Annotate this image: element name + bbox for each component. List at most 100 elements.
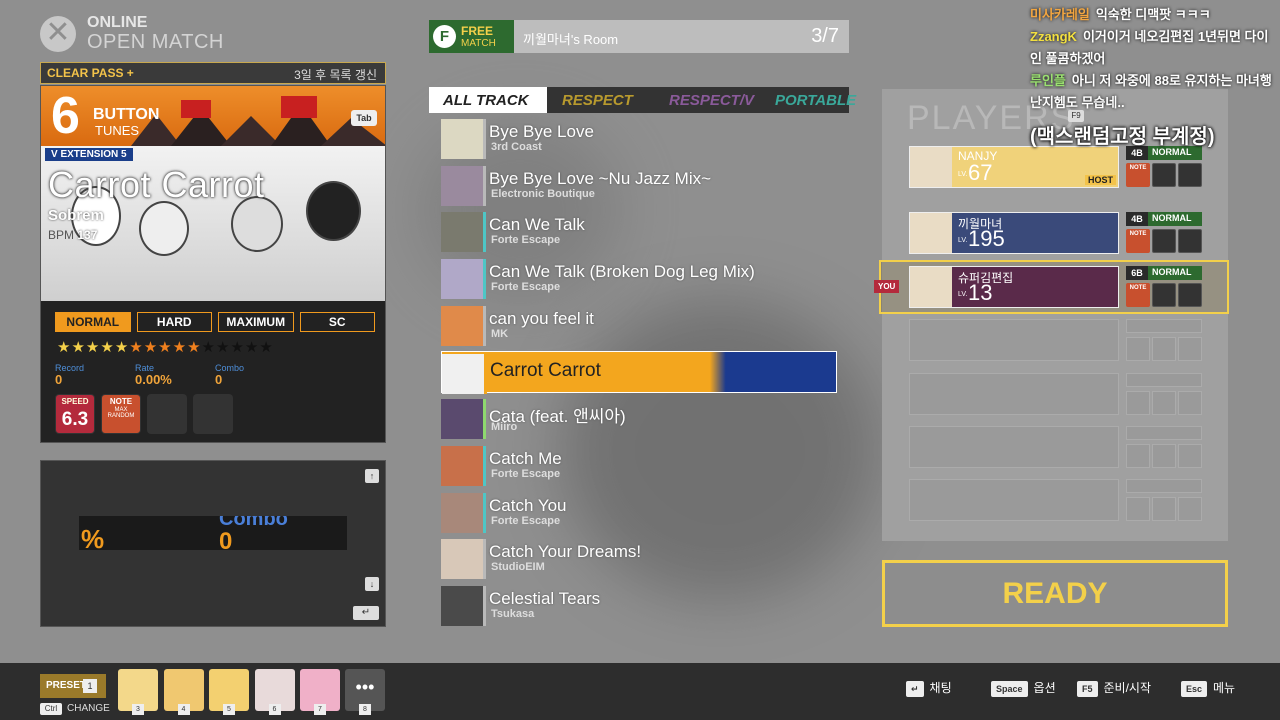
- room-player-count: 3/7: [811, 25, 839, 47]
- song-row[interactable]: Can We Talk (Broken Dog Leg Mix) Forte Es…: [441, 257, 837, 301]
- song-thumbnail: [441, 212, 483, 253]
- empty-player-option: [1178, 391, 1202, 415]
- player-note-option: NOTE: [1126, 163, 1150, 187]
- button-count: 6: [51, 87, 80, 145]
- chat-username: 루인플: [1030, 73, 1066, 88]
- difficulty-normal[interactable]: NORMAL: [55, 312, 131, 332]
- preset-slot-number: 6: [268, 704, 281, 715]
- empty-player-option: [1152, 497, 1176, 521]
- clear-pass-bar[interactable]: CLEAR PASS + 3일 후 목록 갱신: [40, 62, 386, 84]
- empty-player-option: [1178, 337, 1202, 361]
- player-avatar: [910, 147, 952, 187]
- speed-label: SPEED: [61, 397, 89, 406]
- tab-respect-v[interactable]: RESPECT/V: [669, 92, 754, 109]
- player-level: 195: [968, 226, 1005, 251]
- scroll-up-icon[interactable]: ↑: [365, 469, 379, 483]
- chat-lines: 미사카레일 익숙한 디맥팟 ㅋㅋㅋ ZzangK 이거이거 네오김편집 1년뒤면 다이…: [1030, 4, 1278, 114]
- match-label: MATCH: [461, 38, 496, 49]
- difficulty-maximum[interactable]: MAXIMUM: [218, 312, 294, 332]
- note-setting[interactable]: NOTE MAX RANDOM: [101, 394, 141, 434]
- scroll-down-icon[interactable]: ↓: [365, 577, 379, 591]
- hint-label: 메뉴: [1213, 681, 1236, 695]
- change-label: CHANGE: [67, 703, 110, 714]
- key-hint[interactable]: F5 준비/시작: [1077, 679, 1151, 697]
- clear-pass-label: CLEAR PASS +: [47, 66, 134, 80]
- more-presets-button[interactable]: ••• 8: [345, 669, 385, 715]
- song-row[interactable]: can you feel it MK: [441, 304, 837, 348]
- speed-setting[interactable]: SPEED 6.3: [55, 394, 95, 434]
- ready-button[interactable]: READY: [882, 560, 1228, 627]
- song-row-artist: Miiro: [491, 421, 518, 434]
- song-row[interactable]: Cata (feat. 앤씨아) Miiro: [441, 397, 837, 441]
- chat-overlay: 미사카레일 익숙한 디맥팟 ㅋㅋㅋ ZzangK 이거이거 네오김편집 1년뒤면 다이…: [1030, 4, 1278, 114]
- chat-message: 미사카레일 익숙한 디맥팟 ㅋㅋㅋ: [1030, 4, 1278, 26]
- hint-key: F5: [1077, 680, 1098, 697]
- song-row[interactable]: Celestial Tears Tsukasa: [441, 584, 837, 628]
- difficulty-sc[interactable]: SC: [299, 312, 375, 332]
- song-row[interactable]: Carrot Carrot: [441, 350, 837, 394]
- song-row-artist: Tsukasa: [491, 608, 535, 620]
- song-thumbnail: [441, 445, 483, 486]
- empty-player-mode: [1126, 319, 1202, 333]
- preset-button[interactable]: PRESET 1: [40, 674, 106, 698]
- player-avatar: [910, 213, 952, 253]
- button-word: BUTTON: [93, 106, 160, 123]
- tab-respect[interactable]: RESPECT: [562, 92, 633, 109]
- song-category-stripe: [483, 212, 486, 253]
- empty-option-slot[interactable]: [193, 394, 233, 434]
- key-hint[interactable]: Space 옵션: [991, 679, 1056, 697]
- song-category-stripe: [484, 353, 487, 394]
- star-icon: ★: [230, 339, 245, 356]
- key-hint[interactable]: Esc 메뉴: [1181, 679, 1235, 697]
- empty-player-mode: [1126, 479, 1202, 493]
- preset-character-slot[interactable]: 7: [300, 669, 340, 715]
- preset-number: 1: [83, 679, 97, 693]
- preset-character-slot[interactable]: 6: [254, 669, 295, 715]
- song-row[interactable]: Catch Your Dreams! StudioEIM: [441, 537, 837, 581]
- preset-slot-number: 4: [177, 704, 190, 715]
- star-icon: ★: [71, 339, 86, 356]
- player-card[interactable]: 끼월마녀 LV. 195: [909, 212, 1119, 254]
- song-row[interactable]: Can We Talk Forte Escape: [441, 210, 837, 254]
- player-level-label: LV.: [958, 171, 968, 178]
- song-row-artist: 3rd Coast: [491, 141, 542, 153]
- song-row-title: Can We Talk: [489, 215, 585, 235]
- button-mode-banner: 6 BUTTON TUNES Tab: [41, 86, 385, 146]
- empty-option-slot[interactable]: [147, 394, 187, 434]
- key-hint[interactable]: ↵ 채팅: [906, 679, 952, 697]
- song-row-title: can you feel it: [489, 308, 594, 328]
- more-label: •••: [355, 677, 375, 697]
- preset-character-slot[interactable]: 4: [163, 669, 204, 715]
- tab-key[interactable]: Tab: [351, 110, 377, 126]
- player-level-label: LV.: [958, 237, 968, 244]
- song-row-artist: Forte Escape: [491, 234, 561, 247]
- empty-player-mode: [1126, 426, 1202, 440]
- difficulty-hard[interactable]: HARD: [136, 312, 212, 332]
- ctrl-key: Ctrl: [40, 703, 62, 715]
- song-category-stripe: [483, 492, 486, 533]
- song-artist: Sobrem: [48, 207, 104, 224]
- preset-character-slot[interactable]: 5: [209, 669, 249, 715]
- star-icon: ★: [143, 339, 159, 356]
- combo-value: 0: [215, 372, 223, 387]
- player-card[interactable]: 슈퍼김편집 LV. 13: [909, 266, 1119, 308]
- song-row[interactable]: Catch You Forte Escape: [441, 491, 837, 535]
- song-row[interactable]: Catch Me Forte Escape: [441, 444, 837, 488]
- preset-slot-number: 5: [223, 704, 235, 715]
- more-slot-number: 8: [359, 704, 371, 715]
- preview-percent: %: [81, 524, 105, 550]
- song-thumbnail: [441, 539, 483, 580]
- tab-portable[interactable]: PORTABLE: [775, 92, 856, 109]
- chat-text: 아니 저 와중에 88로 유지하는 마녀행 난지헴도 무습네..: [1030, 73, 1272, 110]
- preset-character-slot[interactable]: 3: [118, 669, 158, 715]
- song-row[interactable]: Bye Bye Love 3rd Coast: [441, 117, 837, 161]
- empty-player-mode: [1126, 373, 1202, 387]
- players-panel: PLAYERS NANJY LV. 67 HOST 4B NORMAL NOTE 끼월마녀 LV…: [874, 89, 1229, 541]
- player-card[interactable]: NANJY LV. 67 HOST: [909, 146, 1119, 188]
- enter-key-icon[interactable]: ↵: [353, 606, 379, 620]
- tab-all-track[interactable]: ALL TRACK: [429, 87, 547, 113]
- player-option-slot: [1152, 229, 1176, 253]
- chat-message: ZzangK 이거이거 네오김편집 1년뒤면 다이인 풀콤하겠어: [1030, 26, 1278, 70]
- refresh-notice: 3일 후 목록 갱신: [294, 68, 377, 82]
- song-row[interactable]: Bye Bye Love ~Nu Jazz Mix~ Electronic Bou…: [441, 164, 837, 208]
